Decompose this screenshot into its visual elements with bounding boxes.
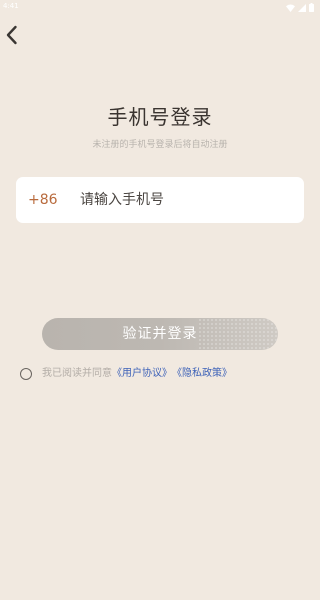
privacy-policy-link[interactable]: 《隐私政策》 [172,367,232,381]
agreement-prefix: 我已阅读并同意 [42,368,112,379]
phone-number-input[interactable] [80,177,296,223]
status-icons [286,2,314,12]
button-texture [198,318,278,350]
verify-and-login-button[interactable]: 验证并登录 [42,318,278,350]
agreement-checkbox[interactable] [20,368,32,380]
country-code-selector[interactable]: +86 [28,177,58,223]
agreement-row: 我已阅读并同意 《用户协议》 《隐私政策》 [20,367,232,381]
back-arrow-icon [6,25,17,45]
status-time: 4:41 [3,2,19,10]
battery-icon [309,0,314,16]
signal-icon [298,0,306,16]
wifi-icon [286,0,295,16]
phone-input-card: +86 [16,177,304,223]
verify-button-label: 验证并登录 [122,326,198,342]
user-agreement-link[interactable]: 《用户协议》 [112,367,172,381]
page-subtitle: 未注册的手机号登录后将自动注册 [92,140,228,150]
page-title: 手机号登录 [107,105,213,129]
status-bar: 4:41 [0,0,320,14]
back-button[interactable] [0,24,24,46]
